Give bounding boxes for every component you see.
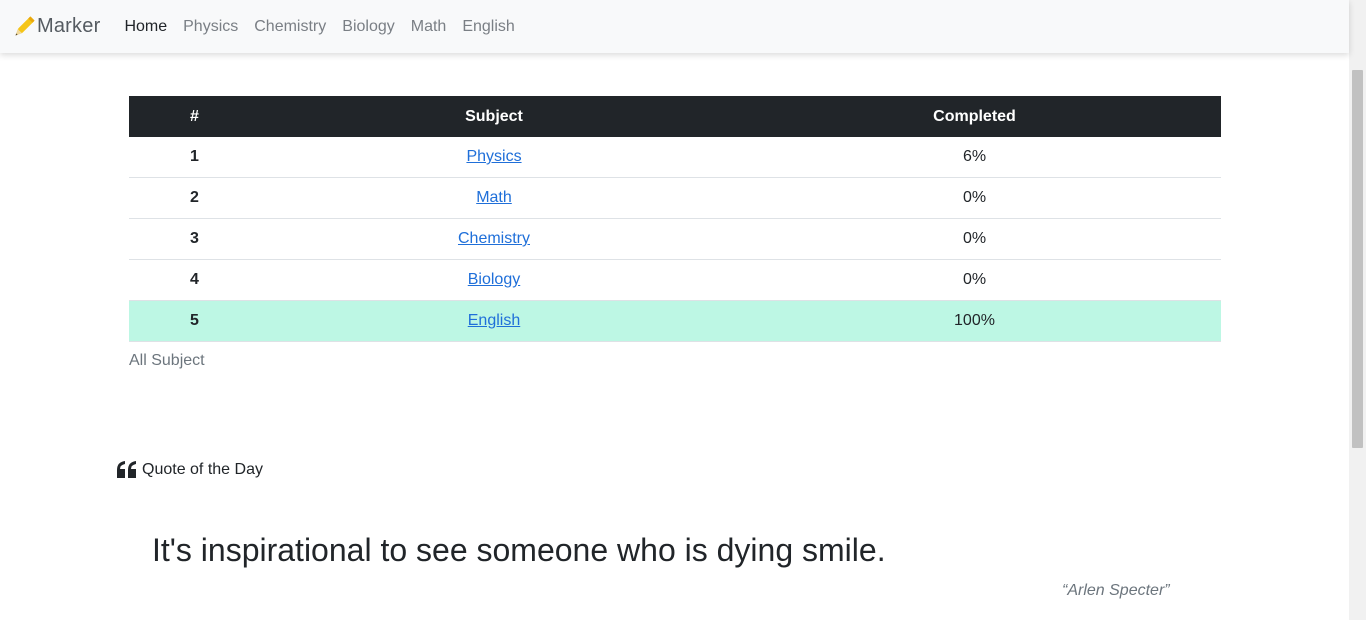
nav-physics[interactable]: Physics [183,18,238,36]
header-completed: Completed [728,96,1221,137]
brand-link[interactable]: Marker [11,14,100,40]
subject-link-physics[interactable]: Physics [466,148,521,165]
nav-english[interactable]: English [462,18,514,36]
row-completed: 0% [728,218,1221,260]
subject-link-chemistry[interactable]: Chemistry [458,230,530,247]
row-number: 3 [129,218,260,260]
vertical-scrollbar[interactable] [1349,0,1366,620]
nav-links: Home Physics Chemistry Biology Math Engl… [124,18,530,36]
row-completed: 0% [728,259,1221,301]
table-row-completed: 5 English 100% [129,300,1221,342]
pencil-icon [11,14,37,40]
row-number: 5 [129,300,260,342]
nav-home[interactable]: Home [124,18,167,36]
subject-link-math[interactable]: Math [476,189,512,206]
row-subject: Biology [260,259,728,301]
row-number: 2 [129,177,260,219]
table-header-row: # Subject Completed [129,96,1221,137]
row-completed: 100% [728,300,1221,342]
row-number: 4 [129,259,260,301]
row-subject: Math [260,177,728,219]
quote-author: “Arlen Specter” [1062,582,1170,599]
table-row: 1 Physics 6% [129,137,1221,178]
page: Marker Home Physics Chemistry Biology Ma… [0,0,1366,620]
table-caption: All Subject [129,352,205,369]
header-number: # [129,96,260,137]
row-number: 1 [129,137,260,178]
quote-title: Quote of the Day [142,461,263,478]
nav-biology[interactable]: Biology [342,18,394,36]
row-completed: 6% [728,137,1221,178]
quote-left-icon [116,461,138,479]
row-completed: 0% [728,177,1221,219]
navbar: Marker Home Physics Chemistry Biology Ma… [0,0,1349,53]
row-subject: Physics [260,137,728,178]
subject-link-biology[interactable]: Biology [468,271,520,288]
header-subject: Subject [260,96,728,137]
table-row: 4 Biology 0% [129,259,1221,301]
quote-header: Quote of the Day [116,461,263,479]
row-subject: Chemistry [260,218,728,260]
row-subject: English [260,300,728,342]
quote-text: It's inspirational to see someone who is… [152,532,886,568]
brand-name: Marker [37,15,101,37]
table-row: 2 Math 0% [129,177,1221,219]
subject-link-english[interactable]: English [468,312,520,329]
scrollbar-thumb[interactable] [1352,70,1363,448]
table-row: 3 Chemistry 0% [129,218,1221,260]
nav-chemistry[interactable]: Chemistry [254,18,326,36]
subjects-table: # Subject Completed 1 Physics 6% 2 Math … [129,96,1221,342]
nav-math[interactable]: Math [411,18,447,36]
